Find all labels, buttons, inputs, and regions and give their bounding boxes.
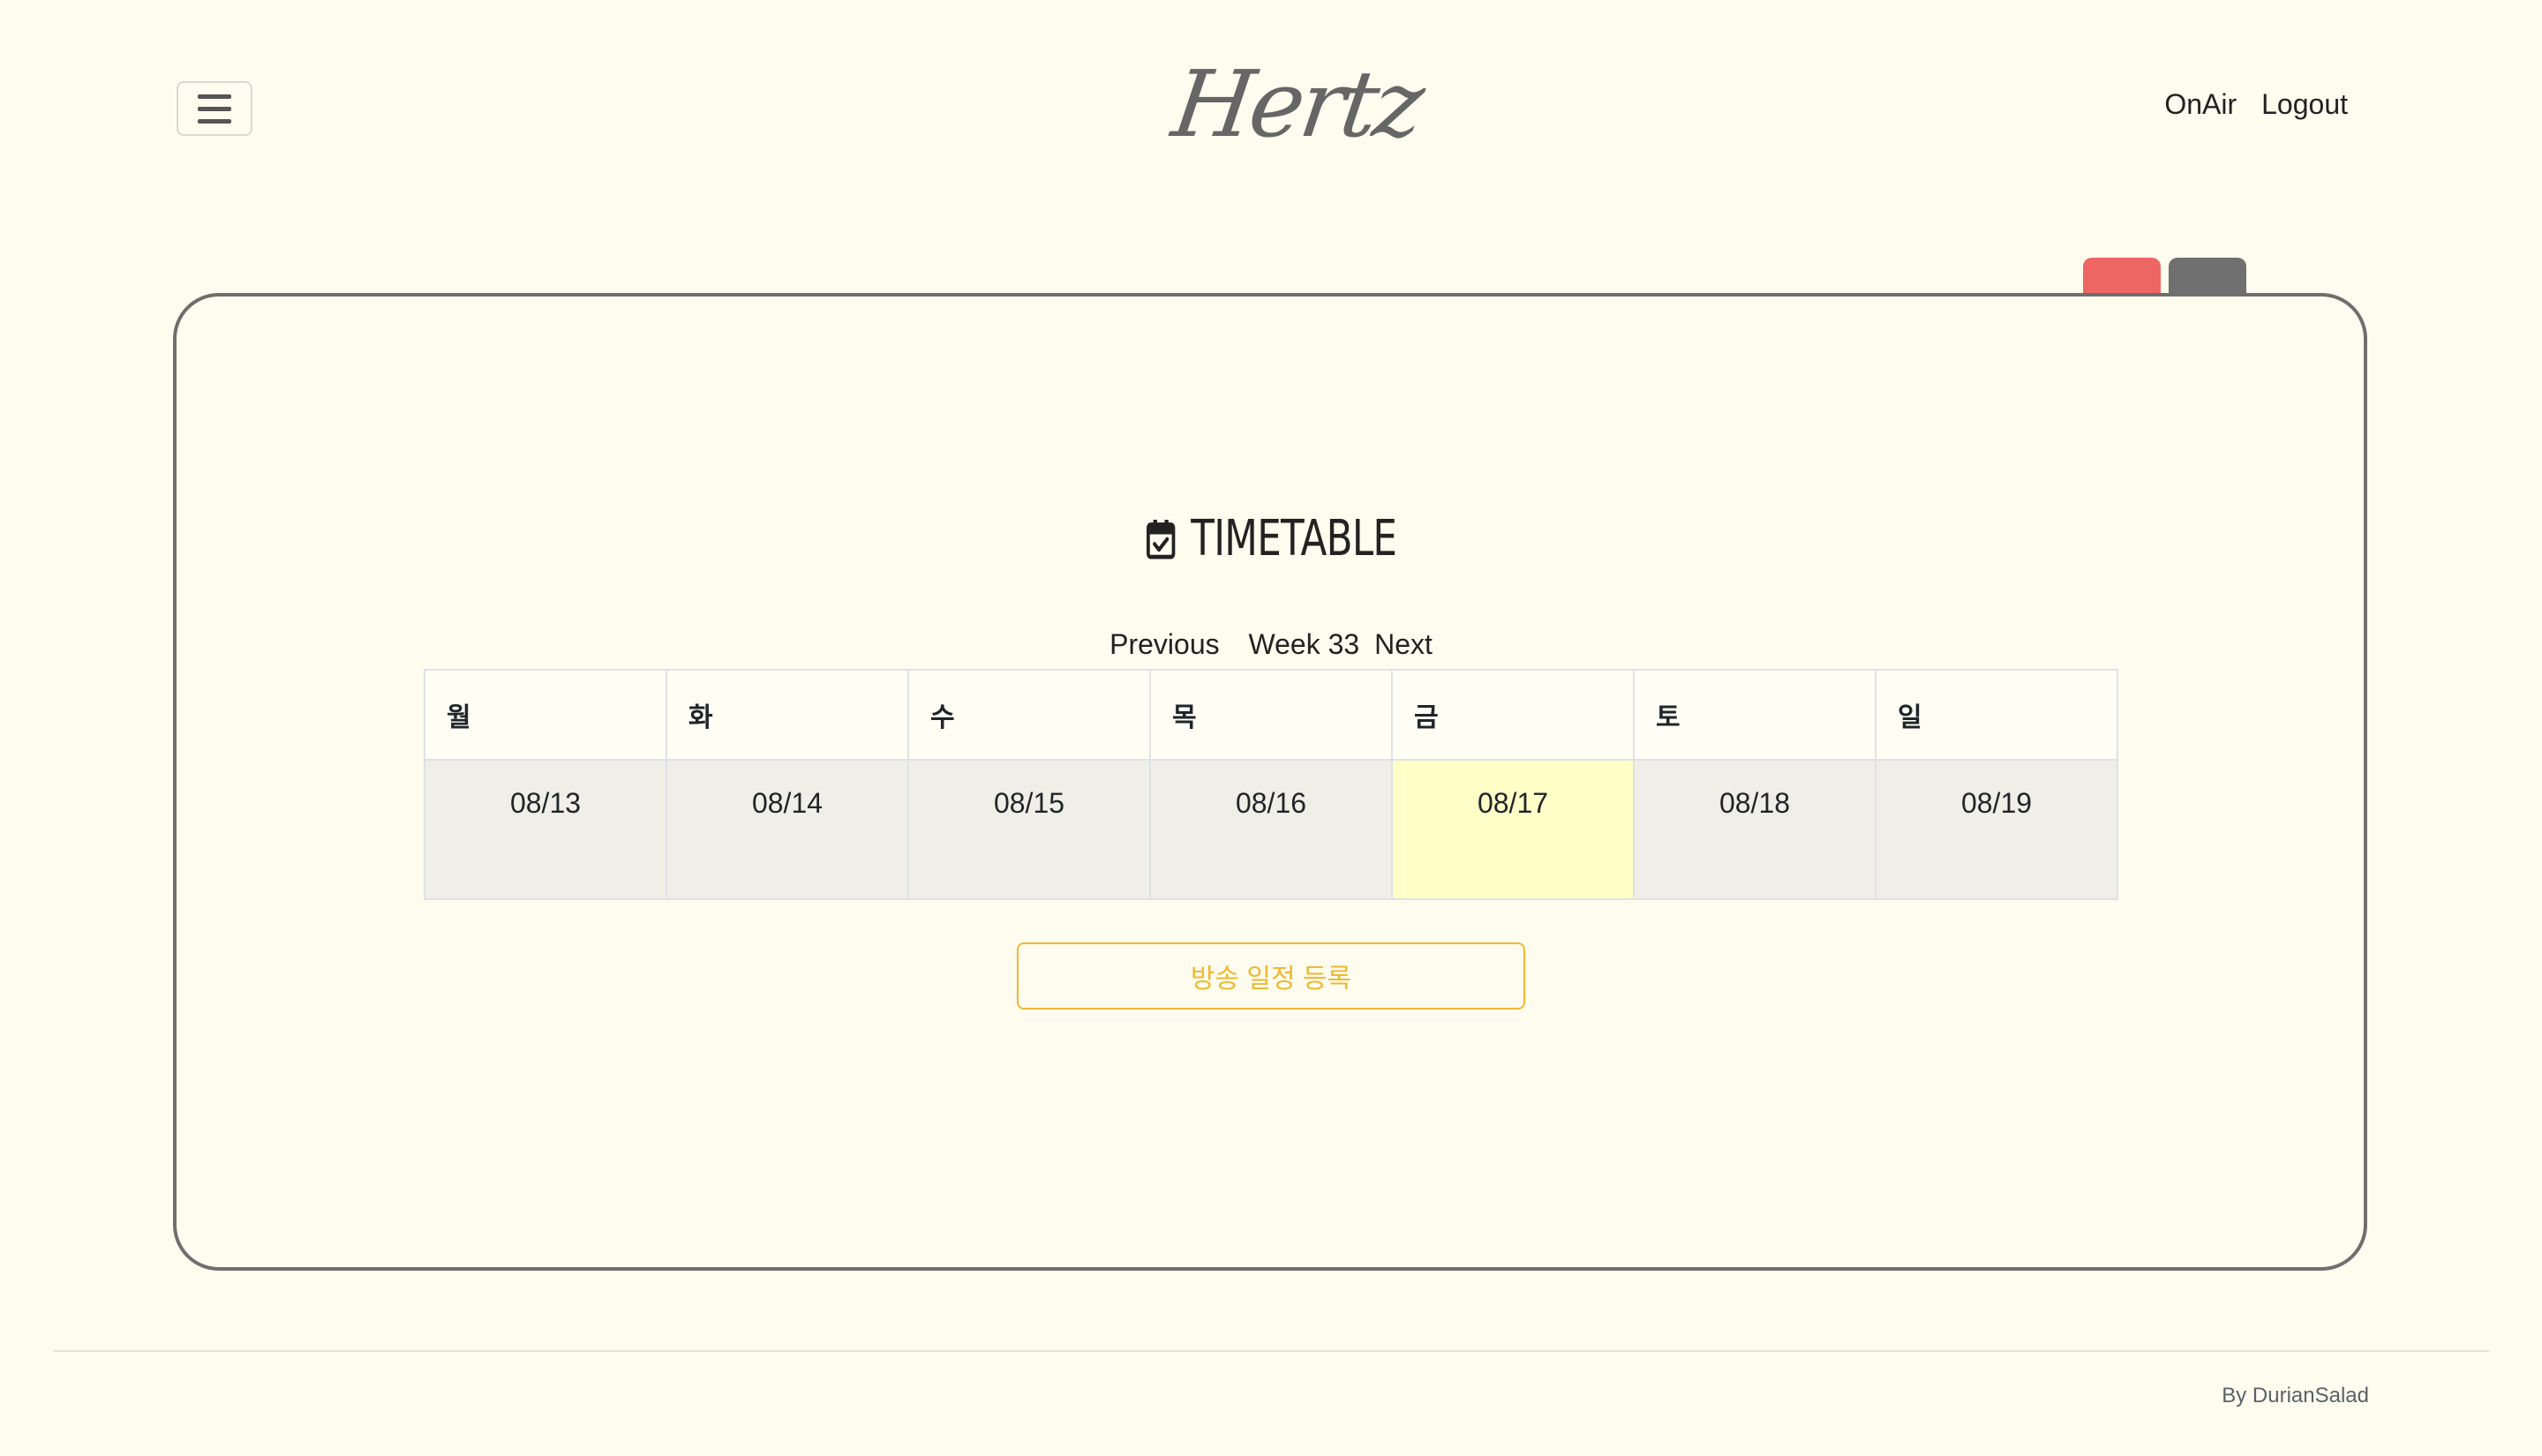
week-label: Week 33 xyxy=(1248,628,1360,660)
menu-toggle-button[interactable] xyxy=(177,81,252,136)
date-cell[interactable]: 08/14 xyxy=(666,759,909,900)
date-cell[interactable]: 08/16 xyxy=(1149,759,1393,900)
day-header-sat: 토 xyxy=(1633,669,1876,761)
date-cell[interactable]: 08/13 xyxy=(424,759,667,900)
nav-link-logout[interactable]: Logout xyxy=(2261,88,2348,121)
date-cell-today[interactable]: 08/17 xyxy=(1391,759,1635,900)
red-tab[interactable] xyxy=(2083,258,2161,296)
date-row: 08/13 08/14 08/15 08/16 08/17 08/18 08/1… xyxy=(424,759,2118,900)
previous-week-link[interactable]: Previous xyxy=(1109,628,1220,660)
date-cell[interactable]: 08/19 xyxy=(1875,759,2118,900)
hamburger-icon-bar xyxy=(198,118,231,124)
day-header-thu: 목 xyxy=(1149,669,1393,761)
page-title: TIMETABLE xyxy=(280,510,2262,567)
footer-divider xyxy=(53,1350,2489,1352)
day-header-fri: 금 xyxy=(1391,669,1635,761)
date-cell[interactable]: 08/15 xyxy=(907,759,1151,900)
calendar-check-icon xyxy=(1146,519,1176,559)
hamburger-icon xyxy=(198,94,231,99)
timetable-grid: 월 화 수 목 금 토 일 08/13 08/14 08/15 08/16 08… xyxy=(424,669,2118,900)
page-title-text: TIMETABLE xyxy=(1191,510,1397,567)
date-cell[interactable]: 08/18 xyxy=(1633,759,1876,900)
week-navigation: Previous Week 33 Next xyxy=(0,628,2542,661)
day-header-tue: 화 xyxy=(666,669,909,761)
day-header-wed: 수 xyxy=(907,669,1151,761)
gray-tab[interactable] xyxy=(2169,258,2246,296)
register-schedule-button[interactable]: 방송 일정 등록 xyxy=(1017,942,1525,1009)
day-header-mon: 월 xyxy=(424,669,667,761)
footer-credit: By DurianSalad xyxy=(2222,1384,2369,1407)
logo[interactable]: Hertz xyxy=(1165,42,1427,166)
hamburger-icon-bar xyxy=(198,106,231,111)
nav-link-onair[interactable]: OnAir xyxy=(2164,88,2237,121)
top-nav: OnAir Logout xyxy=(2164,88,2348,121)
day-header-row: 월 화 수 목 금 토 일 xyxy=(424,669,2118,761)
day-header-sun: 일 xyxy=(1875,669,2118,761)
next-week-link[interactable]: Next xyxy=(1374,628,1433,660)
